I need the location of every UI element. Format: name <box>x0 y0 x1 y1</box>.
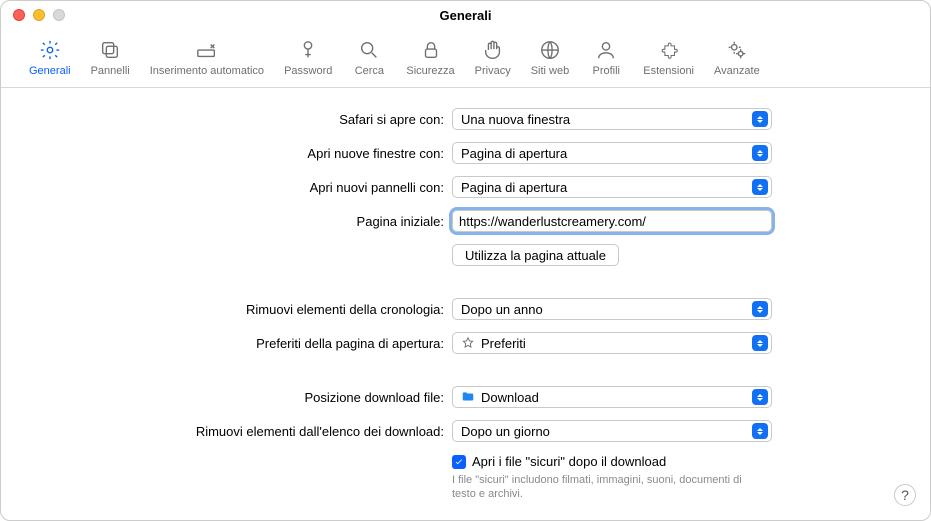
row-new-tabs-open-with: Apri nuovi pannelli con: Pagina di apert… <box>37 176 894 198</box>
tab-search[interactable]: Cerca <box>344 35 394 77</box>
set-current-page-button[interactable]: Utilizza la pagina attuale <box>452 244 619 266</box>
star-icon <box>461 336 475 350</box>
tab-passwords[interactable]: Password <box>276 35 340 77</box>
row-favorites-shows: Preferiti della pagina di apertura: Pref… <box>37 332 894 354</box>
tab-tabs[interactable]: Pannelli <box>83 35 138 77</box>
popup-new-tabs-open-with[interactable]: Pagina di apertura <box>452 176 772 198</box>
key-icon <box>295 37 321 63</box>
popup-remove-downloads[interactable]: Dopo un giorno <box>452 420 772 442</box>
tab-general[interactable]: Generali <box>21 35 79 77</box>
row-set-current-page: Utilizza la pagina attuale <box>37 244 894 266</box>
label-new-windows-open-with: Apri nuove finestre con: <box>37 146 452 161</box>
tab-extensions[interactable]: Estensioni <box>635 35 702 77</box>
tab-privacy[interactable]: Privacy <box>467 35 519 77</box>
hand-icon <box>480 37 506 63</box>
row-new-windows-open-with: Apri nuove finestre con: Pagina di apert… <box>37 142 894 164</box>
chevron-updown-icon <box>752 179 768 195</box>
tab-security[interactable]: Sicurezza <box>398 35 462 77</box>
chevron-updown-icon <box>752 423 768 439</box>
help-button[interactable]: ? <box>894 484 916 506</box>
chevron-updown-icon <box>752 335 768 351</box>
tab-websites[interactable]: Siti web <box>523 35 578 77</box>
folder-icon <box>461 390 475 404</box>
row-safari-opens-with: Safari si apre con: Una nuova finestra <box>37 108 894 130</box>
open-safe-files-checkbox[interactable] <box>452 455 466 469</box>
check-icon <box>454 457 464 467</box>
preferences-toolbar: Generali Pannelli Inserimento automatico… <box>1 29 930 88</box>
general-settings-form: Safari si apre con: Una nuova finestra A… <box>1 88 930 520</box>
tab-autofill[interactable]: Inserimento automatico <box>142 35 272 77</box>
titlebar: Generali <box>1 1 930 29</box>
popup-new-windows-open-with[interactable]: Pagina di apertura <box>452 142 772 164</box>
row-remove-downloads: Rimuovi elementi dall'elenco dei downloa… <box>37 420 894 442</box>
puzzle-icon <box>656 37 682 63</box>
label-download-location: Posizione download file: <box>37 390 452 405</box>
search-icon <box>356 37 382 63</box>
tab-advanced[interactable]: Avanzate <box>706 35 768 77</box>
tab-profiles[interactable]: Profili <box>581 35 631 77</box>
chevron-updown-icon <box>752 389 768 405</box>
open-safe-files-label: Apri i file "sicuri" dopo il download <box>472 454 666 469</box>
person-icon <box>593 37 619 63</box>
row-homepage: Pagina iniziale: <box>37 210 894 232</box>
chevron-updown-icon <box>752 145 768 161</box>
row-open-safe-files: Apri i file "sicuri" dopo il download I … <box>37 454 894 502</box>
chevron-updown-icon <box>752 301 768 317</box>
gears-icon <box>724 37 750 63</box>
lock-icon <box>418 37 444 63</box>
popup-download-location[interactable]: Download <box>452 386 772 408</box>
label-remove-history: Rimuovi elementi della cronologia: <box>37 302 452 317</box>
label-new-tabs-open-with: Apri nuovi pannelli con: <box>37 180 452 195</box>
preferences-window: Generali Generali Pannelli Inserimento a… <box>0 0 931 521</box>
label-homepage: Pagina iniziale: <box>37 214 452 229</box>
popup-favorites-shows[interactable]: Preferiti <box>452 332 772 354</box>
open-safe-files-hint: I file "sicuri" includono filmati, immag… <box>452 473 752 502</box>
popup-safari-opens-with[interactable]: Una nuova finestra <box>452 108 772 130</box>
label-favorites-shows: Preferiti della pagina di apertura: <box>37 336 452 351</box>
row-download-location: Posizione download file: Download <box>37 386 894 408</box>
label-remove-downloads: Rimuovi elementi dall'elenco dei downloa… <box>37 424 452 439</box>
globe-icon <box>537 37 563 63</box>
chevron-updown-icon <box>752 111 768 127</box>
popup-remove-history[interactable]: Dopo un anno <box>452 298 772 320</box>
row-remove-history: Rimuovi elementi della cronologia: Dopo … <box>37 298 894 320</box>
gear-icon <box>37 37 63 63</box>
tabs-icon <box>97 37 123 63</box>
window-title: Generali <box>1 8 930 23</box>
homepage-input[interactable] <box>452 210 772 232</box>
autofill-icon <box>194 37 220 63</box>
label-safari-opens-with: Safari si apre con: <box>37 112 452 127</box>
